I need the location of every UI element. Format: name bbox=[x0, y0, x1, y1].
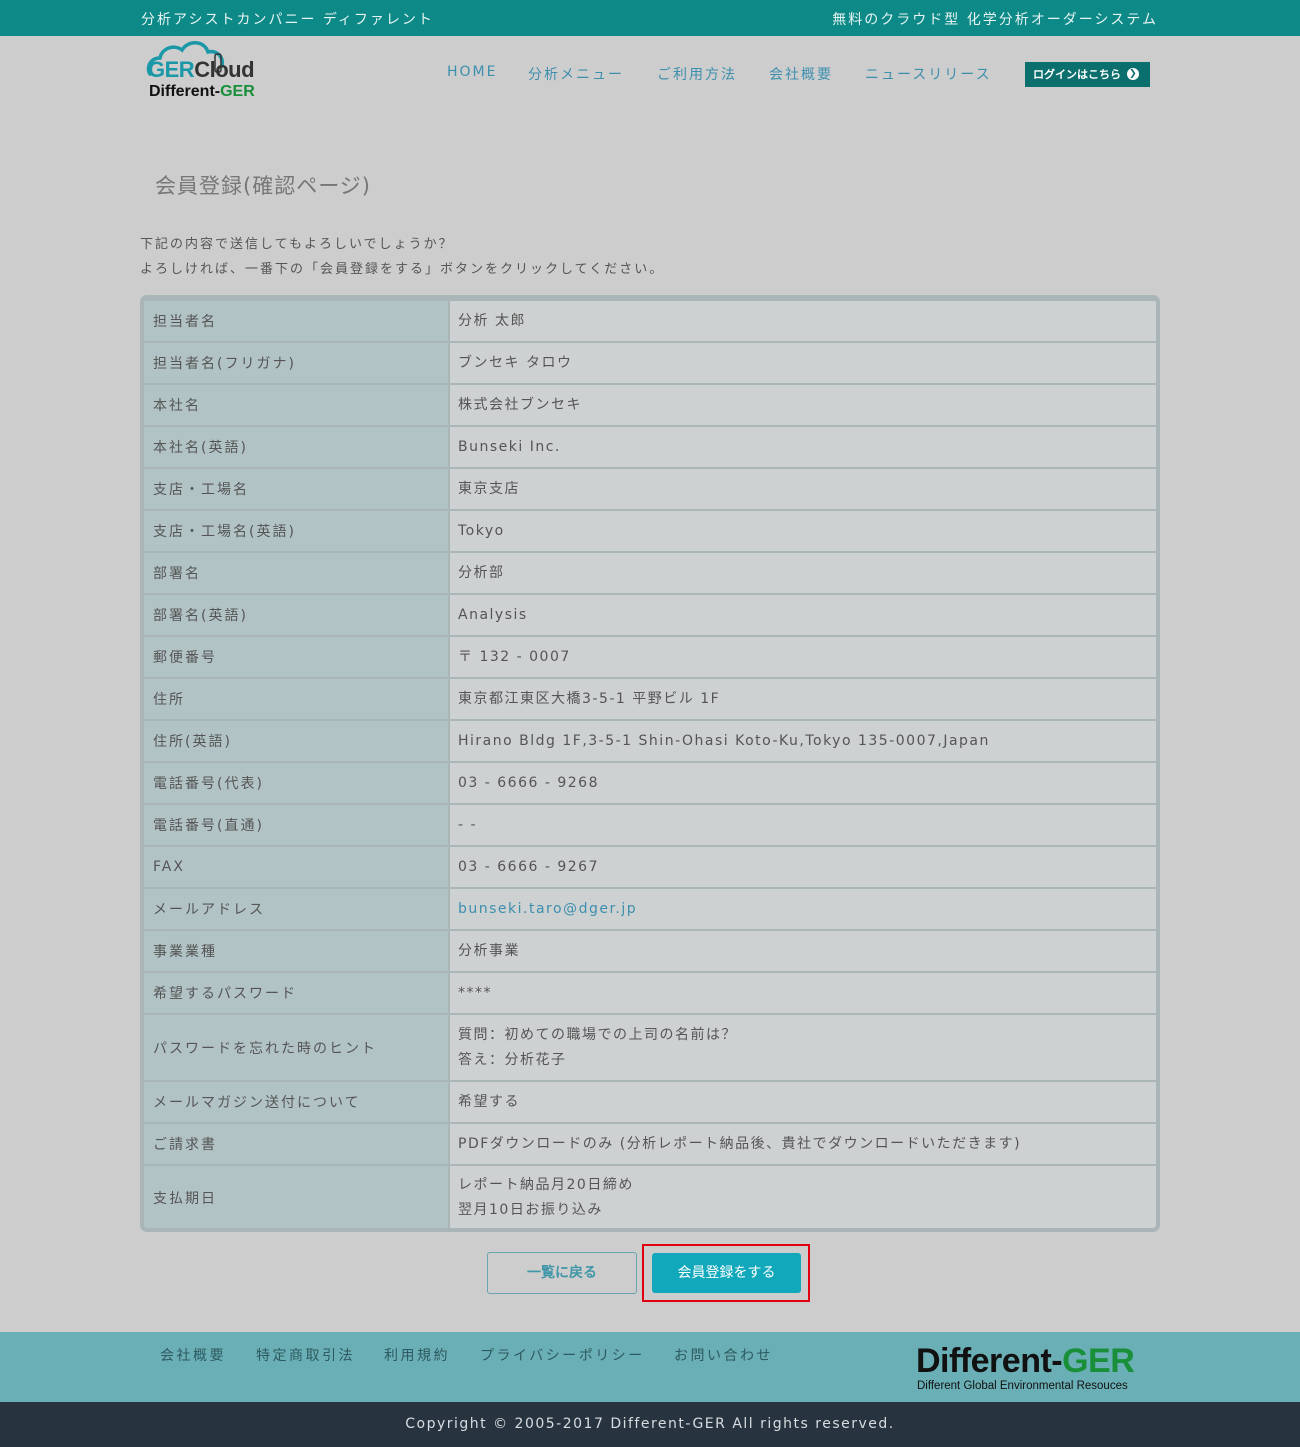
table-row: パスワードを忘れた時のヒント 質問：初めての職場での上司の名前は？ 答え：分析花… bbox=[144, 1013, 1156, 1080]
nav-analysis-menu[interactable]: 分析メニュー bbox=[528, 64, 624, 84]
row-label: 支店・工場名(英語) bbox=[144, 511, 448, 551]
row-label: 電話番号(代表) bbox=[144, 763, 448, 803]
row-value: 03 - 6666 - 9267 bbox=[450, 847, 1156, 887]
row-value: 分析事業 bbox=[450, 931, 1156, 971]
table-row: メールマガジン送付について 希望する bbox=[144, 1080, 1156, 1122]
nav-company[interactable]: 会社概要 bbox=[769, 64, 833, 84]
row-value: 希望する bbox=[450, 1082, 1156, 1122]
row-label: 希望するパスワード bbox=[144, 973, 448, 1013]
table-row: 希望するパスワード **** bbox=[144, 971, 1156, 1013]
table-row: 住所(英語) Hirano Bldg 1F,3-5-1 Shin-Ohasi K… bbox=[144, 719, 1156, 761]
row-value: Tokyo bbox=[450, 511, 1156, 551]
email-link[interactable]: bunseki.taro@dger.jp bbox=[458, 897, 1156, 922]
table-row: 電話番号(代表) 03 - 6666 - 9268 bbox=[144, 761, 1156, 803]
row-label: 担当者名(フリガナ) bbox=[144, 343, 448, 383]
table-row: 住所 東京都江東区大橋3-5-1 平野ビル 1F bbox=[144, 677, 1156, 719]
table-row: 電話番号(直通) - - bbox=[144, 803, 1156, 845]
footer-logo: Different-GER Different Global Environme… bbox=[916, 1342, 1156, 1397]
row-label: 部署名 bbox=[144, 553, 448, 593]
intro-text: 下記の内容で送信してもよろしいでしょうか？ よろしければ、一番下の「会員登録をす… bbox=[140, 232, 664, 282]
table-row: 本社名(英語) Bunseki Inc. bbox=[144, 425, 1156, 467]
row-label: パスワードを忘れた時のヒント bbox=[144, 1015, 448, 1080]
row-label: 事業業種 bbox=[144, 931, 448, 971]
footer-link-privacy[interactable]: プライバシーポリシー bbox=[480, 1345, 645, 1365]
row-label: FAX bbox=[144, 847, 448, 887]
row-label: メールマガジン送付について bbox=[144, 1082, 448, 1122]
row-value: - - bbox=[450, 805, 1156, 845]
row-value: 〒 132 - 0007 bbox=[450, 637, 1156, 677]
register-button[interactable]: 会員登録をする bbox=[652, 1253, 801, 1293]
table-row: 部署名(英語) Analysis bbox=[144, 593, 1156, 635]
table-row: 事業業種 分析事業 bbox=[144, 929, 1156, 971]
row-value: ブンセキ タロウ bbox=[450, 343, 1156, 383]
table-row: 支店・工場名(英語) Tokyo bbox=[144, 509, 1156, 551]
top-bar: 分析アシストカンパニー ディファレント 無料のクラウド型 化学分析オーダーシステ… bbox=[0, 0, 1300, 36]
footer-logo-text: Different-GER bbox=[916, 1342, 1135, 1380]
row-label: 本社名 bbox=[144, 385, 448, 425]
table-row: 担当者名(フリガナ) ブンセキ タロウ bbox=[144, 341, 1156, 383]
row-value: PDFダウンロードのみ (分析レポート納品後、貴社でダウンロードいただきます) bbox=[450, 1124, 1156, 1164]
intro-line-1: 下記の内容で送信してもよろしいでしょうか？ bbox=[140, 237, 454, 252]
company-tagline: 分析アシストカンパニー ディファレント bbox=[141, 12, 434, 28]
nav-how-to-use[interactable]: ご利用方法 bbox=[657, 64, 737, 84]
login-button[interactable]: ログインはこちら ❯ bbox=[1025, 62, 1150, 87]
footer-link-contact[interactable]: お問い合わせ bbox=[674, 1345, 773, 1365]
table-row: 部署名 分析部 bbox=[144, 551, 1156, 593]
row-value: Hirano Bldg 1F,3-5-1 Shin-Ohasi Koto-Ku,… bbox=[450, 721, 1156, 761]
row-label: 支店・工場名 bbox=[144, 469, 448, 509]
row-value: 質問：初めての職場での上司の名前は？ 答え：分析花子 bbox=[450, 1015, 1156, 1080]
row-label: 担当者名 bbox=[144, 301, 448, 341]
table-row: メールアドレス bunseki.taro@dger.jp bbox=[144, 887, 1156, 929]
service-tagline: 無料のクラウド型 化学分析オーダーシステム bbox=[832, 12, 1158, 28]
row-value: Analysis bbox=[450, 595, 1156, 635]
logo-line-2: Different-GER bbox=[149, 83, 255, 100]
row-value: bunseki.taro@dger.jp bbox=[450, 889, 1156, 929]
intro-line-2: よろしければ、一番下の「会員登録をする」ボタンをクリックしてください。 bbox=[140, 262, 665, 277]
row-value: 03 - 6666 - 9268 bbox=[450, 763, 1156, 803]
copyright-bar: Copyright © 2005-2017 Different-GER All … bbox=[0, 1402, 1300, 1447]
footer-link-company[interactable]: 会社概要 bbox=[160, 1345, 226, 1365]
row-label: 郵便番号 bbox=[144, 637, 448, 677]
row-label: 支払期日 bbox=[144, 1166, 448, 1228]
row-label: 住所 bbox=[144, 679, 448, 719]
row-value: 分析 太郎 bbox=[450, 301, 1156, 341]
row-value: レポート納品月20日締め 翌月10日お振り込み bbox=[450, 1166, 1156, 1228]
page-title: 会員登録(確認ページ) bbox=[155, 174, 371, 198]
login-label: ログインはこちら bbox=[1033, 68, 1121, 81]
row-value: 株式会社ブンセキ bbox=[450, 385, 1156, 425]
table-row: 支店・工場名 東京支店 bbox=[144, 467, 1156, 509]
row-value: 東京支店 bbox=[450, 469, 1156, 509]
nav-news[interactable]: ニュースリリース bbox=[865, 64, 992, 84]
back-to-list-button[interactable]: 一覧に戻る bbox=[487, 1252, 637, 1294]
table-row: ご請求書 PDFダウンロードのみ (分析レポート納品後、貴社でダウンロードいただ… bbox=[144, 1122, 1156, 1164]
row-value: Bunseki Inc. bbox=[450, 427, 1156, 467]
row-label: メールアドレス bbox=[144, 889, 448, 929]
table-row: 担当者名 分析 太郎 bbox=[144, 299, 1156, 341]
footer-link-commerce-law[interactable]: 特定商取引法 bbox=[256, 1345, 355, 1365]
table-row: 郵便番号 〒 132 - 0007 bbox=[144, 635, 1156, 677]
row-label: 本社名(英語) bbox=[144, 427, 448, 467]
footer-logo-subtitle: Different Global Environmental Resouces bbox=[917, 1380, 1128, 1392]
row-label: 電話番号(直通) bbox=[144, 805, 448, 845]
row-value: **** bbox=[450, 973, 1156, 1013]
table-row: 支払期日 レポート納品月20日締め 翌月10日お振り込み bbox=[144, 1164, 1156, 1228]
row-label: ご請求書 bbox=[144, 1124, 448, 1164]
table-row: 本社名 株式会社ブンセキ bbox=[144, 383, 1156, 425]
confirmation-table: 担当者名 分析 太郎 担当者名(フリガナ) ブンセキ タロウ 本社名 株式会社ブ… bbox=[140, 295, 1160, 1232]
row-value: 東京都江東区大橋3-5-1 平野ビル 1F bbox=[450, 679, 1156, 719]
chevron-right-icon: ❯ bbox=[1126, 68, 1139, 80]
footer: 会社概要 特定商取引法 利用規約 プライバシーポリシー お問い合わせ Diffe… bbox=[0, 1332, 1300, 1402]
row-value: 分析部 bbox=[450, 553, 1156, 593]
row-label: 部署名(英語) bbox=[144, 595, 448, 635]
nav-home[interactable]: HOME bbox=[447, 64, 497, 80]
row-label: 住所(英語) bbox=[144, 721, 448, 761]
table-row: FAX 03 - 6666 - 9267 bbox=[144, 845, 1156, 887]
footer-link-terms[interactable]: 利用規約 bbox=[384, 1345, 450, 1365]
